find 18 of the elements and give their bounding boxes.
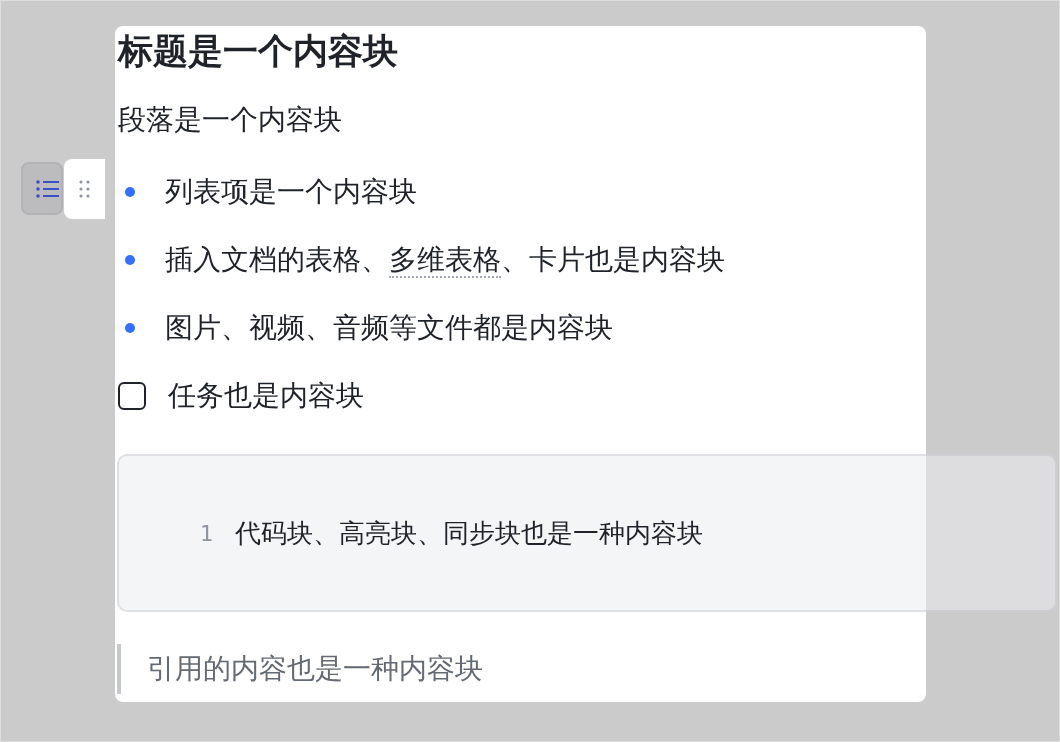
- block-type-button[interactable]: [21, 162, 63, 215]
- table-link[interactable]: 多维表格: [389, 243, 501, 278]
- heading: 标题是一个内容块: [118, 30, 399, 73]
- quote-text: 引用的内容也是一种内容块: [147, 651, 483, 687]
- paragraph: 段落是一个内容块: [118, 102, 343, 138]
- drag-dots-icon: [79, 179, 90, 199]
- list-item-text: 列表项是一个内容块: [165, 174, 417, 210]
- bullet-dot: [125, 187, 135, 197]
- line-number: 1: [198, 520, 213, 546]
- bullet-dot: [125, 255, 135, 265]
- bullet-dot: [125, 323, 135, 333]
- task-checkbox[interactable]: [118, 382, 146, 410]
- code-text: 代码块、高亮块、同步块也是一种内容块: [235, 516, 703, 550]
- list-item-text: 图片、视频、音频等文件都是内容块: [165, 310, 613, 346]
- bulleted-list-icon: [35, 178, 59, 199]
- drag-handle[interactable]: [64, 159, 105, 219]
- list-item-text: 插入文档的表格、多维表格、卡片也是内容块: [165, 242, 725, 279]
- task-text: 任务也是内容块: [168, 378, 364, 414]
